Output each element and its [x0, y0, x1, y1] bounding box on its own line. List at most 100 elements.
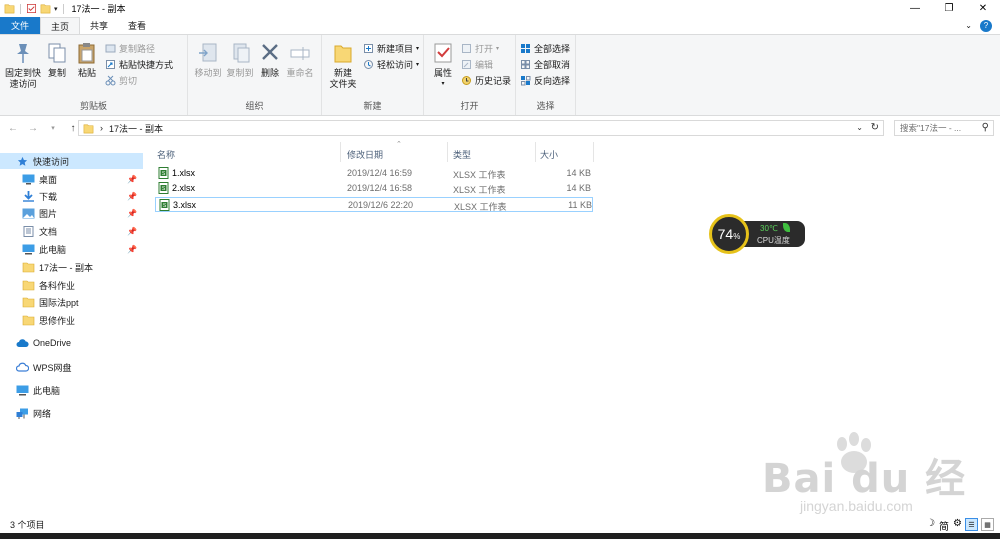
nav-item-label: 网络: [33, 408, 52, 419]
pin-icon[interactable]: 📌: [127, 192, 137, 201]
wps-cloud-icon: [16, 362, 29, 372]
edit-button[interactable]: 编辑: [461, 58, 511, 71]
rename-icon: [290, 47, 310, 60]
chevron-down-icon: ▾: [496, 46, 500, 52]
nav-item-network[interactable]: 网络: [0, 405, 143, 421]
nav-item-desktop[interactable]: 桌面 📌: [0, 171, 143, 187]
select-all-button[interactable]: 全部选择: [520, 42, 570, 55]
column-header-name[interactable]: 名称: [157, 146, 337, 162]
pin-icon: [17, 44, 29, 63]
help-icon[interactable]: ?: [980, 19, 992, 32]
gear-icon[interactable]: ⚙: [953, 518, 962, 533]
nav-item-folder-homework[interactable]: 各科作业: [0, 277, 143, 293]
quick-access-toolbar: ▾: [0, 3, 66, 14]
recent-locations-icon[interactable]: ▾: [46, 124, 60, 132]
column-header-type[interactable]: 类型: [453, 146, 533, 162]
history-button[interactable]: 历史记录: [461, 74, 511, 87]
edit-icon: [461, 60, 471, 69]
documents-icon: [23, 225, 34, 237]
new-item-button[interactable]: 新建项目 ▾: [363, 42, 419, 55]
nav-item-downloads[interactable]: 下载 📌: [0, 188, 143, 204]
nav-item-wps-cloud[interactable]: WPS网盘: [0, 359, 143, 375]
column-divider[interactable]: [593, 142, 594, 162]
collapse-ribbon-icon[interactable]: ⌄: [965, 21, 972, 30]
ime-indicator[interactable]: ☽ 简 ⚙: [926, 518, 962, 533]
forward-button[interactable]: →: [26, 123, 40, 134]
computer-icon: [22, 244, 35, 254]
chevron-down-icon[interactable]: ⌄: [856, 123, 863, 132]
copy-path-icon: [105, 44, 116, 53]
nav-item-quick-access[interactable]: 快速访问: [0, 153, 143, 169]
new-folder-icon[interactable]: [40, 3, 51, 14]
nav-item-folder-intl-law[interactable]: 国际法ppt: [0, 294, 143, 310]
easy-access-icon: [363, 60, 373, 69]
properties-icon[interactable]: [26, 3, 37, 14]
table-row[interactable]: S 1.xlsx 2019/12/4 16:59 XLSX 工作表 14 KB: [155, 166, 593, 181]
select-all-icon: [521, 44, 530, 53]
easy-access-button[interactable]: 轻松访问 ▾: [363, 58, 419, 71]
file-date: 2019/12/4 16:58: [347, 183, 413, 193]
table-row[interactable]: S 3.xlsx 2019/12/6 22:20 XLSX 工作表 11 KB: [155, 197, 593, 212]
baidu-watermark: Bai du 经验 jingyan.baidu.com: [760, 430, 990, 539]
ribbon-tabs: 文件 主页 共享 查看 ⌄ ?: [0, 17, 1000, 34]
column-divider[interactable]: [535, 142, 536, 162]
search-input[interactable]: 搜索"17法一 - ... ⚲: [894, 120, 994, 136]
chevron-down-icon: ▾: [415, 46, 419, 52]
file-type: XLSX 工作表: [453, 170, 506, 180]
nav-item-this-pc[interactable]: 此电脑: [0, 382, 143, 398]
pin-icon[interactable]: 📌: [127, 175, 137, 184]
pin-icon[interactable]: 📌: [127, 209, 137, 218]
window-title: 17法一 - 副本: [71, 4, 126, 14]
close-icon[interactable]: ✕: [966, 0, 1000, 17]
details-view-button[interactable]: ☰: [965, 518, 978, 531]
tab-home[interactable]: 主页: [40, 17, 81, 34]
pin-icon[interactable]: 📌: [127, 245, 137, 254]
cpu-monitor-widget[interactable]: 74% 30℃ CPU温度: [709, 214, 805, 254]
tab-share[interactable]: 共享: [80, 17, 118, 34]
file-name: 2.xlsx: [172, 183, 196, 193]
invert-selection-button[interactable]: 反向选择: [520, 74, 570, 87]
nav-item-onedrive[interactable]: OneDrive: [0, 335, 143, 351]
move-to-label: 移动到: [194, 68, 222, 78]
column-header-date[interactable]: 修改日期: [347, 146, 447, 162]
cpu-usage-value: 74: [717, 226, 734, 242]
cpu-temperature-label: CPU温度: [757, 236, 790, 245]
refresh-icon[interactable]: ↻: [871, 122, 879, 133]
select-group-label: 选择: [536, 101, 555, 111]
nav-item-folder-sixiu[interactable]: 思修作业: [0, 312, 143, 328]
cut-button[interactable]: 剪切: [105, 74, 173, 87]
large-icons-view-button[interactable]: ▦: [981, 518, 994, 531]
customize-quick-access-icon[interactable]: ▾: [54, 5, 58, 13]
restore-icon[interactable]: ❐: [932, 0, 966, 17]
open-button[interactable]: 打开 ▾: [461, 42, 511, 55]
pin-icon[interactable]: 📌: [127, 227, 137, 236]
delete-label: 删除: [260, 68, 279, 78]
copy-path-button[interactable]: 复制路径: [105, 42, 173, 55]
tab-view[interactable]: 查看: [118, 17, 156, 34]
file-name: 3.xlsx: [173, 200, 197, 210]
nav-item-pictures[interactable]: 图片 📌: [0, 205, 143, 221]
column-divider[interactable]: [447, 142, 448, 162]
ime-mode: 简: [938, 522, 949, 533]
cpu-usage-ring: 74%: [709, 214, 749, 254]
column-header-size[interactable]: 大小: [540, 146, 590, 162]
nav-item-label: 此电脑: [33, 385, 61, 396]
nav-item-this-pc-pinned[interactable]: 此电脑 📌: [0, 241, 143, 257]
breadcrumb[interactable]: 17法一 - 副本: [109, 122, 163, 135]
download-icon: [23, 190, 34, 202]
minimize-icon[interactable]: —: [898, 0, 932, 17]
nav-item-folder-17[interactable]: 17法一 - 副本: [0, 259, 143, 275]
column-divider[interactable]: [340, 142, 341, 162]
table-row[interactable]: S 2.xlsx 2019/12/4 16:58 XLSX 工作表 14 KB: [155, 181, 593, 196]
delete-icon: [262, 44, 278, 60]
paste-shortcut-button[interactable]: 粘贴快捷方式: [105, 58, 173, 71]
title-bar: ▾ 17法一 - 副本 — ❐ ✕: [0, 0, 1000, 17]
tab-file[interactable]: 文件: [0, 17, 41, 34]
select-all-label: 全部选择: [534, 44, 571, 54]
select-none-button[interactable]: 全部取消: [520, 58, 570, 71]
address-box[interactable]: › 17法一 - 副本 ⌄ ↻: [78, 120, 884, 136]
nav-item-documents[interactable]: 文档 📌: [0, 223, 143, 239]
easy-access-label: 轻松访问: [376, 60, 413, 70]
back-button[interactable]: ←: [6, 123, 20, 134]
copy-path-label: 复制路径: [119, 44, 156, 54]
